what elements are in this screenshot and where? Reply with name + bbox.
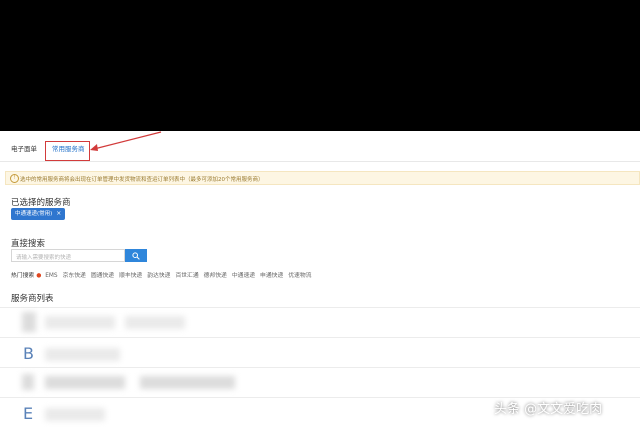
hot-item-ems[interactable]: EMS: [45, 273, 57, 279]
notice-text: 选中的常用服务商将会出现在订单管理中发货物流和查运订单列表中（最多可添加20个常…: [20, 177, 264, 183]
blurred-logo: [22, 374, 34, 390]
black-letterbox-top: [0, 0, 640, 131]
hot-search-label: 热门搜索: [11, 273, 35, 279]
search-placeholder: 请输入需要搜索的快递: [16, 255, 72, 261]
hot-item-deppon[interactable]: 德邦快递: [204, 273, 227, 279]
hot-item-yunda[interactable]: 韵达快递: [147, 273, 170, 279]
info-icon: !: [10, 174, 19, 183]
blurred-logo: [22, 312, 36, 332]
hot-search-row: 热门搜索 ● EMS 京东快递 圆通快递 顺丰快递 韵达快递 百世汇通 德邦快递 中通速递 申通快递…: [11, 270, 316, 279]
hot-item-zto[interactable]: 中通速递: [232, 273, 255, 279]
search-section-title: 直接搜索: [11, 239, 46, 249]
row-letter: E: [23, 404, 34, 423]
blurred-text: [45, 348, 120, 361]
annotation-arrow: [90, 131, 162, 151]
hot-item-bestex[interactable]: 百世汇通: [175, 273, 198, 279]
blurred-text: [45, 376, 125, 389]
hot-item-sf[interactable]: 顺丰快递: [119, 273, 142, 279]
hot-item-sto[interactable]: 申通快递: [260, 273, 283, 279]
search-button[interactable]: [125, 249, 147, 262]
fire-icon: ●: [36, 273, 42, 279]
search-icon: [132, 252, 140, 260]
blurred-text: [125, 316, 185, 329]
tab-electronic-waybill[interactable]: 电子面单: [11, 143, 37, 153]
list-item[interactable]: [0, 367, 640, 398]
watermark-text: 头条 @文文爱吃肉: [494, 402, 603, 417]
blurred-text: [140, 376, 235, 389]
hot-item-yto[interactable]: 圆通快递: [91, 273, 114, 279]
chip-label: 中通速递(常用): [15, 211, 53, 217]
blurred-text: [45, 408, 105, 421]
search-input[interactable]: 请输入需要搜索的快递: [11, 249, 125, 262]
hot-item-uc[interactable]: 优速物流: [288, 273, 311, 279]
blurred-text: [45, 316, 115, 329]
chip-close-icon[interactable]: ×: [56, 210, 61, 217]
app-panel: 电子面单 常用服务商 ! 选中的常用服务商将会出现在订单管理中发货物流和查运订单…: [0, 131, 640, 427]
selected-providers-title: 已选择的服务商: [11, 198, 71, 208]
list-item[interactable]: B: [0, 337, 640, 368]
notice-banner: ! 选中的常用服务商将会出现在订单管理中发货物流和查运订单列表中（最多可添加20…: [5, 171, 640, 185]
selected-provider-chip[interactable]: 中通速递(常用) ×: [11, 208, 66, 220]
row-letter: B: [23, 344, 34, 363]
hot-item-jd[interactable]: 京东快递: [63, 273, 86, 279]
list-item[interactable]: [0, 307, 640, 338]
annotation-highlight-box: [45, 141, 90, 161]
provider-list-title: 服务商列表: [11, 294, 54, 304]
